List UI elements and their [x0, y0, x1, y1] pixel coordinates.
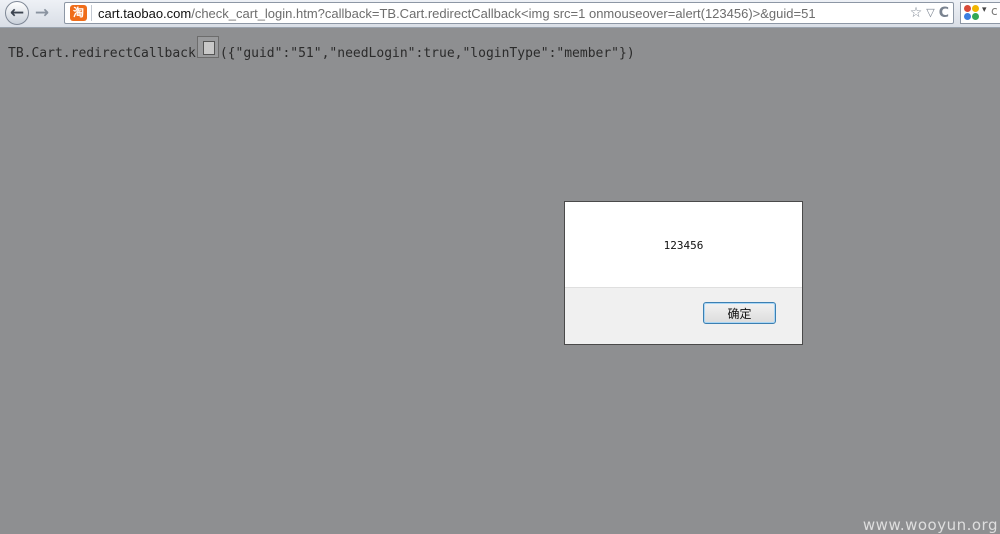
watermark-text: www.wooyun.org	[862, 516, 998, 534]
broken-image-icon[interactable]	[196, 36, 219, 58]
page-content: TB.Cart.redirectCallback ({"guid":"51","…	[0, 28, 1000, 534]
callback-function-name: TB.Cart.redirectCallback	[8, 46, 196, 61]
address-bar[interactable]: 淘 cart.taobao.com/check_cart_login.htm?c…	[64, 2, 954, 24]
callback-arguments: ({"guid":"51","needLogin":true,"loginTyp…	[219, 46, 635, 61]
address-bar-icons: ☆ ▽ C	[910, 4, 949, 22]
search-box[interactable]: ▾ c	[960, 2, 1000, 24]
taobao-favicon-icon: 淘	[70, 5, 87, 21]
search-input[interactable]: c	[991, 4, 998, 18]
forward-button[interactable]: →	[30, 2, 54, 24]
url-domain: cart.taobao.com	[98, 6, 192, 21]
search-engine-dropdown-icon[interactable]: ▾	[982, 5, 987, 15]
alert-footer: 确定	[565, 287, 802, 344]
url-path: /check_cart_login.htm?callback=TB.Cart.r…	[191, 6, 816, 21]
address-separator	[91, 5, 92, 21]
google-icon[interactable]	[964, 5, 980, 21]
alert-message: 123456	[663, 239, 704, 252]
callback-response: TB.Cart.redirectCallback ({"guid":"51","…	[8, 36, 635, 61]
dropdown-icon[interactable]: ▽	[926, 4, 934, 22]
browser-toolbar: ← → 淘 cart.taobao.com/check_cart_login.h…	[0, 0, 1000, 28]
back-arrow-icon: ←	[9, 3, 25, 23]
reload-icon[interactable]: C	[939, 4, 949, 22]
url-text[interactable]: cart.taobao.com/check_cart_login.htm?cal…	[98, 6, 816, 21]
ok-button[interactable]: 确定	[703, 302, 776, 324]
back-button[interactable]: ←	[5, 1, 29, 25]
star-icon[interactable]: ☆	[910, 4, 923, 22]
alert-dialog: 123456 确定	[564, 201, 803, 345]
forward-arrow-icon: →	[34, 3, 50, 23]
